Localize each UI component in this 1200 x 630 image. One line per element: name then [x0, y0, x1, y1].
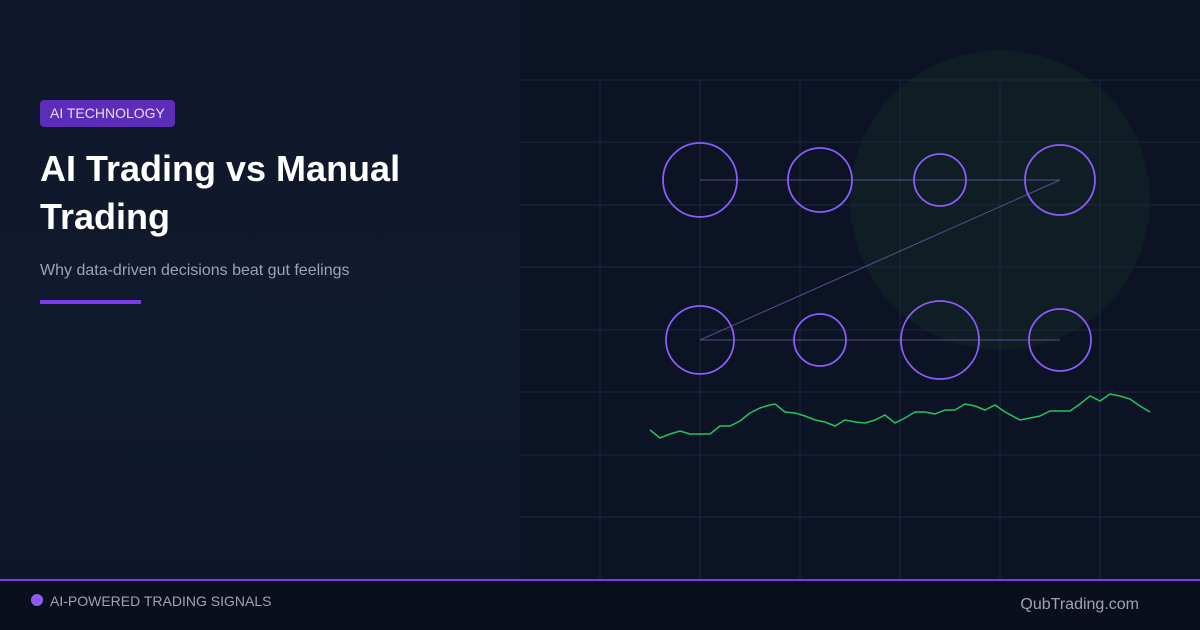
footer-site-link[interactable]: QubTrading.com — [1020, 596, 1139, 614]
hero-text-panel: AI TECHNOLOGY AI Trading vs Manual Tradi… — [0, 0, 520, 580]
footer-tagline: AI-POWERED TRADING SIGNALS — [50, 593, 272, 609]
category-badge: AI TECHNOLOGY — [40, 100, 175, 127]
footer-bar: AI-POWERED TRADING SIGNALS QubTrading.co… — [0, 579, 1200, 630]
network-graphic — [520, 50, 1200, 580]
page-title: AI Trading vs Manual Trading — [40, 148, 401, 237]
status-dot-icon — [31, 594, 43, 606]
network-illustration — [520, 0, 1200, 580]
page-subtitle: Why data-driven decisions beat gut feeli… — [40, 262, 350, 279]
accent-divider — [40, 300, 141, 304]
hero-banner: AI TECHNOLOGY AI Trading vs Manual Tradi… — [0, 0, 1200, 630]
